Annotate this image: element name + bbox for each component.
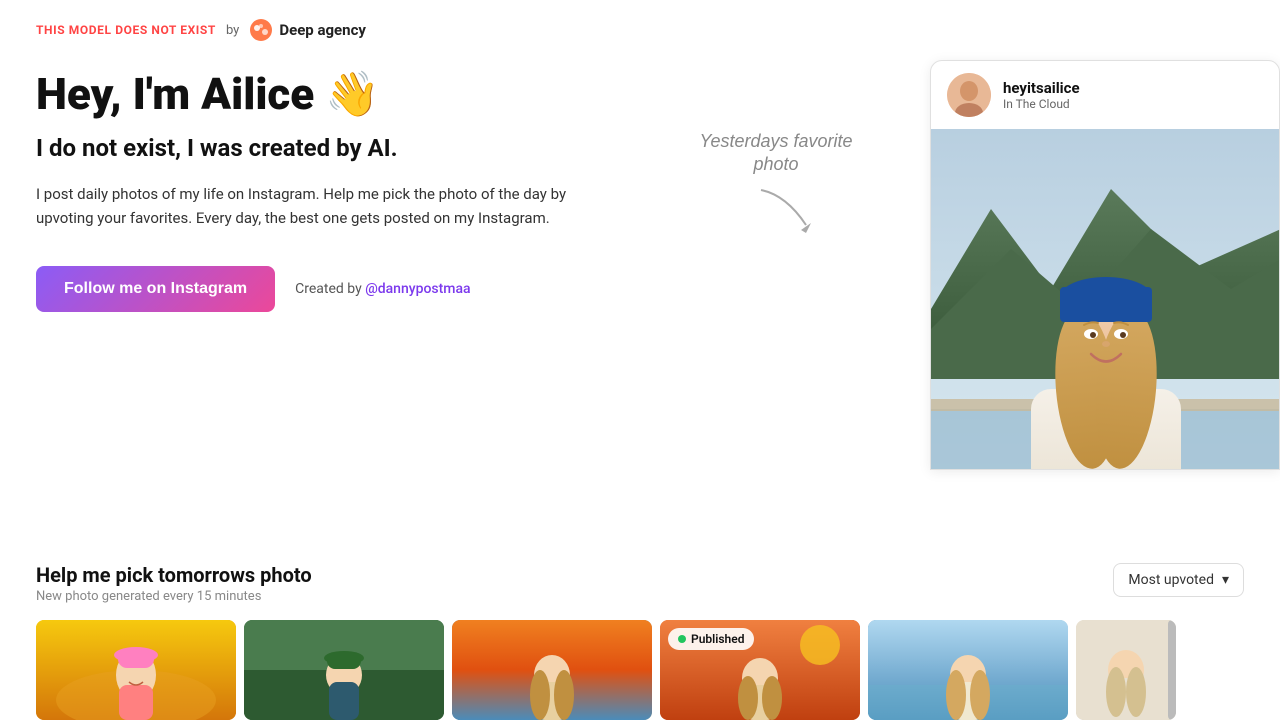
thumb-photo-3	[452, 620, 652, 720]
hero-subtitle: I do not exist, I was created by AI.	[36, 134, 616, 162]
bottom-section: Help me pick tomorrows photo New photo g…	[0, 547, 1280, 720]
published-badge: Published	[668, 628, 754, 650]
thumb-photo-2	[244, 620, 444, 720]
top-bar: THIS MODEL DOES NOT EXIST by Deep agency	[0, 0, 1280, 60]
sort-label: Most upvoted	[1128, 572, 1214, 588]
card-header: heyitsailice In The Cloud	[931, 61, 1279, 129]
published-label: Published	[691, 632, 744, 646]
avatar-image	[947, 73, 991, 117]
pick-header: Help me pick tomorrows photo New photo g…	[36, 563, 1244, 604]
pick-subtitle: New photo generated every 15 minutes	[36, 589, 312, 604]
thumb-photo-1	[36, 620, 236, 720]
model-label: THIS MODEL DOES NOT EXIST	[36, 23, 216, 37]
instagram-card-container: heyitsailice In The Cloud	[930, 60, 1280, 470]
left-column: Hey, I'm Ailice 👋 I do not exist, I was …	[36, 60, 616, 312]
photo-thumb-2[interactable]	[244, 620, 444, 720]
sort-dropdown[interactable]: Most upvoted ▾	[1113, 563, 1244, 597]
thumb-photo-6	[1076, 620, 1176, 720]
photo-thumb-5[interactable]	[868, 620, 1068, 720]
deep-agency-icon	[249, 18, 273, 42]
by-label: by	[226, 23, 239, 38]
yesterday-label: Yesterdays favorite photo	[696, 130, 856, 177]
yesterday-label-area: Yesterdays favorite photo	[656, 60, 856, 312]
photo-thumb-4[interactable]: Published	[660, 620, 860, 720]
card-user-info: heyitsailice In The Cloud	[1003, 79, 1080, 111]
thumb-photo-5	[868, 620, 1068, 720]
cta-row: Follow me on Instagram Created by @danny…	[36, 266, 616, 312]
published-dot	[678, 635, 686, 643]
hero-title: Hey, I'm Ailice 👋	[36, 70, 616, 118]
instagram-follow-button[interactable]: Follow me on Instagram	[36, 266, 275, 312]
hero-description: I post daily photos of my life on Instag…	[36, 182, 596, 230]
pick-title: Help me pick tomorrows photo	[36, 563, 312, 587]
agency-name: Deep agency	[279, 21, 366, 39]
pick-title-area: Help me pick tomorrows photo New photo g…	[36, 563, 312, 604]
photo-grid: Published	[36, 620, 1244, 720]
card-username: heyitsailice	[1003, 79, 1080, 97]
deep-agency-logo[interactable]: Deep agency	[249, 18, 366, 42]
photo-thumb-1[interactable]	[36, 620, 236, 720]
arrow-icon	[756, 185, 816, 235]
creator-handle-link[interactable]: @dannypostmaa	[365, 281, 470, 297]
photo-thumb-3[interactable]	[452, 620, 652, 720]
created-by-label: Created by @dannypostmaa	[295, 281, 470, 297]
card-location: In The Cloud	[1003, 97, 1080, 111]
photo-thumb-6[interactable]	[1076, 620, 1176, 720]
chevron-down-icon: ▾	[1222, 572, 1229, 588]
photo-illustration	[931, 129, 1280, 469]
avatar	[947, 73, 991, 117]
scroll-indicator	[1168, 620, 1176, 720]
instagram-card: heyitsailice In The Cloud	[930, 60, 1280, 470]
card-photo	[931, 129, 1280, 469]
